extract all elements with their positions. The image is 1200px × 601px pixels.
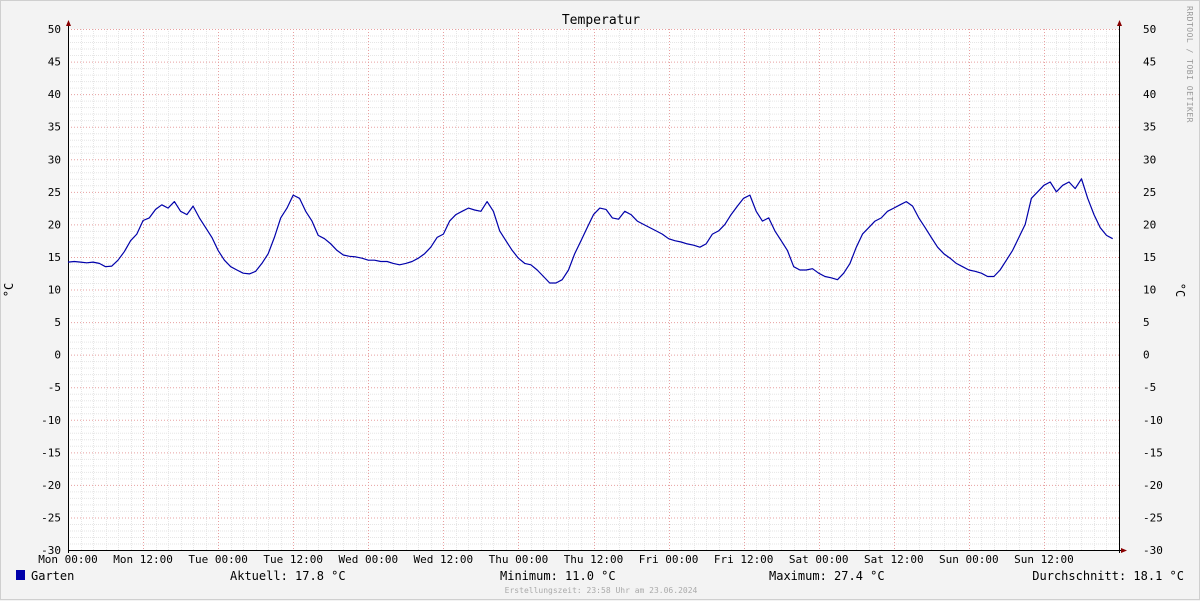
y-tick-label-left: -5 — [48, 381, 61, 394]
x-tick-label: Tue 12:00 — [263, 553, 323, 566]
y-tick-label-left: 10 — [48, 284, 61, 297]
temperature-chart: 50454035302520151050-5-10-15-20-25-30 50… — [2, 6, 1194, 595]
y-tick-label-right: 35 — [1143, 121, 1156, 134]
legend-swatch — [16, 570, 25, 580]
y-tick-label-right: 25 — [1143, 186, 1156, 199]
y-tick-label-right: 20 — [1143, 218, 1156, 231]
x-axis-labels: Mon 00:00 Mon 12:00 Tue 00:00 Tue 12:00 Wed … — [38, 553, 1074, 566]
y-tick-label-right: 15 — [1143, 251, 1156, 264]
y-axis-right-arrow — [1117, 20, 1122, 26]
y-tick-label-left: -10 — [41, 414, 61, 427]
y-axis-left-arrow — [66, 20, 71, 26]
chart-title: Temperatur — [562, 13, 640, 28]
x-tick-label: Thu 00:00 — [489, 553, 549, 566]
y-tick-label-left: 5 — [54, 316, 61, 329]
x-tick-label: Sun 00:00 — [939, 553, 999, 566]
x-tick-label: Wed 00:00 — [338, 553, 398, 566]
y-tick-label-left: 20 — [48, 218, 61, 231]
y-tick-label-right: 50 — [1143, 23, 1156, 36]
y-tick-label-right: -20 — [1143, 479, 1163, 492]
chart-frame: 50 45 40 35 30 25 20 15 10 5 0 -5 -10 -15 -20 -25 -30 50… — [0, 0, 1200, 600]
y-tick-label-left: 0 — [54, 349, 61, 362]
x-tick-label: Wed 12:00 — [414, 553, 474, 566]
y-tick-label-right: 30 — [1143, 153, 1156, 166]
y-tick-label-left: -25 — [41, 511, 61, 524]
y-axis-left-unit: °C — [2, 283, 16, 297]
x-tick-label: Mon 12:00 — [113, 553, 173, 566]
legend-minimum: Minimum: 11.0 °C — [500, 569, 616, 583]
x-tick-label: Sat 00:00 — [789, 553, 849, 566]
y-tick-label-right: 10 — [1143, 284, 1156, 297]
y-axis-left-labels: 50454035302520151050-5-10-15-20-25-30 — [41, 23, 61, 557]
y-tick-label-right: -15 — [1143, 446, 1163, 459]
y-tick-label-right: 0 — [1143, 349, 1150, 362]
y-tick-label-left: 30 — [48, 153, 61, 166]
y-axis-right-unit: °C — [1173, 283, 1187, 297]
legend-maximum: Maximum: 27.4 °C — [769, 569, 885, 583]
x-tick-label: Sat 12:00 — [864, 553, 924, 566]
creation-time: Erstellungszeit: 23:58 Uhr am 23.06.2024 — [505, 586, 698, 595]
y-tick-label-left: -15 — [41, 446, 61, 459]
x-tick-label: Fri 12:00 — [714, 553, 774, 566]
x-tick-label: Thu 12:00 — [564, 553, 624, 566]
y-tick-label-right: 5 — [1143, 316, 1150, 329]
y-tick-label-left: 50 — [48, 23, 61, 36]
legend-series-name: Garten — [31, 569, 74, 583]
legend-average: Durchschnitt: 18.1 °C — [1032, 569, 1184, 583]
y-tick-label-right: -25 — [1143, 511, 1163, 524]
x-axis-arrow — [1121, 548, 1127, 553]
y-tick-label-right: -30 — [1143, 544, 1163, 557]
x-tick-label: Tue 00:00 — [188, 553, 248, 566]
x-tick-label: Mon 00:00 — [38, 553, 98, 566]
y-tick-label-right: 40 — [1143, 88, 1156, 101]
y-tick-label-left: -20 — [41, 479, 61, 492]
y-tick-label-right: -5 — [1143, 381, 1156, 394]
y-tick-label-left: 15 — [48, 251, 61, 264]
side-credit-text: RRDTOOL / TOBI OETIKER — [1185, 6, 1194, 123]
y-tick-label-left: 35 — [48, 121, 61, 134]
legend-current: Aktuell: 17.8 °C — [230, 569, 346, 583]
y-axis-right-labels: 50454035302520151050-5-10-15-20-25-30 — [1143, 23, 1163, 557]
y-tick-label-left: 45 — [48, 56, 61, 69]
x-tick-label: Fri 00:00 — [639, 553, 699, 566]
x-tick-label: Sun 12:00 — [1014, 553, 1074, 566]
y-tick-label-right: -10 — [1143, 414, 1163, 427]
y-tick-label-left: 25 — [48, 186, 61, 199]
y-tick-label-right: 45 — [1143, 56, 1156, 69]
y-tick-label-left: 40 — [48, 88, 61, 101]
